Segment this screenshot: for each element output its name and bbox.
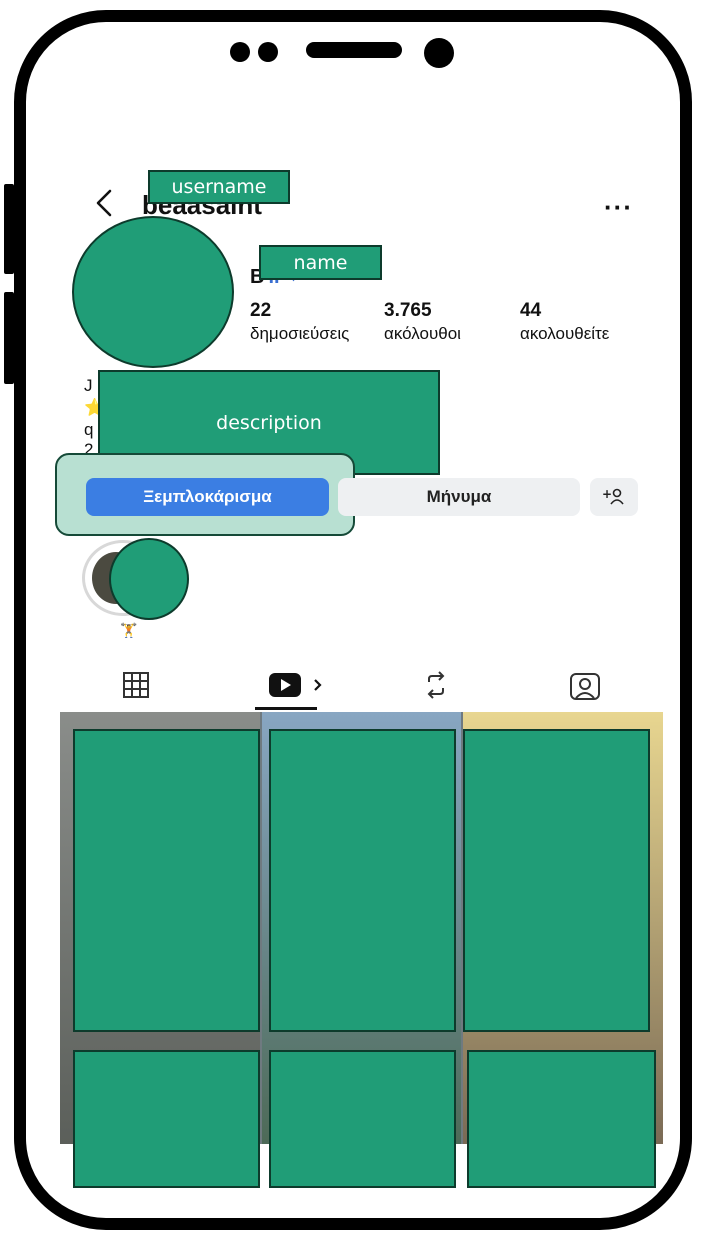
name-redaction: name [259,245,382,280]
sensor-dot [258,42,278,62]
stat-followers[interactable]: 3.765 ακόλουθοι [384,300,461,344]
story-highlight-emoji: 🏋 [120,622,138,638]
username-redaction: username [148,170,290,204]
add-user-button[interactable]: + [590,478,638,516]
add-user-icon: + [602,487,624,505]
avatar[interactable] [72,216,234,368]
tab-tagged[interactable] [568,670,602,707]
more-options-button[interactable]: ··· [604,192,633,223]
bio-line: J [84,376,93,395]
stat-following-label: ακολουθείτε [520,324,610,343]
unblock-button[interactable]: Ξεμπλοκάρισμα [86,478,329,516]
repost-icon [427,671,445,699]
stat-following[interactable]: 44 ακολουθείτε [520,300,609,344]
stat-posts-label: δημοσιεύσεις [250,324,350,343]
reel-thumbnail[interactable] [463,729,650,1032]
stat-followers-value: 3.765 [384,300,432,321]
tab-reels[interactable] [268,670,332,705]
svg-text:+: + [602,487,612,501]
side-button-lower [4,292,14,384]
stat-followers-label: ακόλουθοι [384,324,461,343]
reel-thumbnail[interactable] [269,1050,456,1188]
story-highlight-redaction [109,538,189,620]
active-tab-indicator [255,707,317,710]
speaker-bar [306,42,402,58]
stat-posts-value: 22 [250,300,272,321]
reel-thumbnail[interactable] [269,729,456,1032]
reels-icon [269,673,322,697]
reel-thumbnail[interactable] [73,729,260,1032]
bio-line: q [84,420,94,439]
sensor-dot [230,42,250,62]
stat-following-value: 44 [520,300,542,321]
side-button-upper [4,184,14,274]
reel-thumbnail[interactable] [73,1050,260,1188]
stat-posts[interactable]: 22 δημοσιεύσεις [250,300,349,344]
grid-icon [123,672,149,698]
message-button[interactable]: Μήνυμα [338,478,580,516]
tab-reposts[interactable] [421,670,451,705]
camera-dot [424,38,454,68]
reel-thumbnail[interactable] [467,1050,656,1188]
chevron-left-icon [96,189,112,217]
tab-grid[interactable] [121,670,151,705]
back-button[interactable] [88,186,122,220]
tagged-icon [570,673,600,700]
